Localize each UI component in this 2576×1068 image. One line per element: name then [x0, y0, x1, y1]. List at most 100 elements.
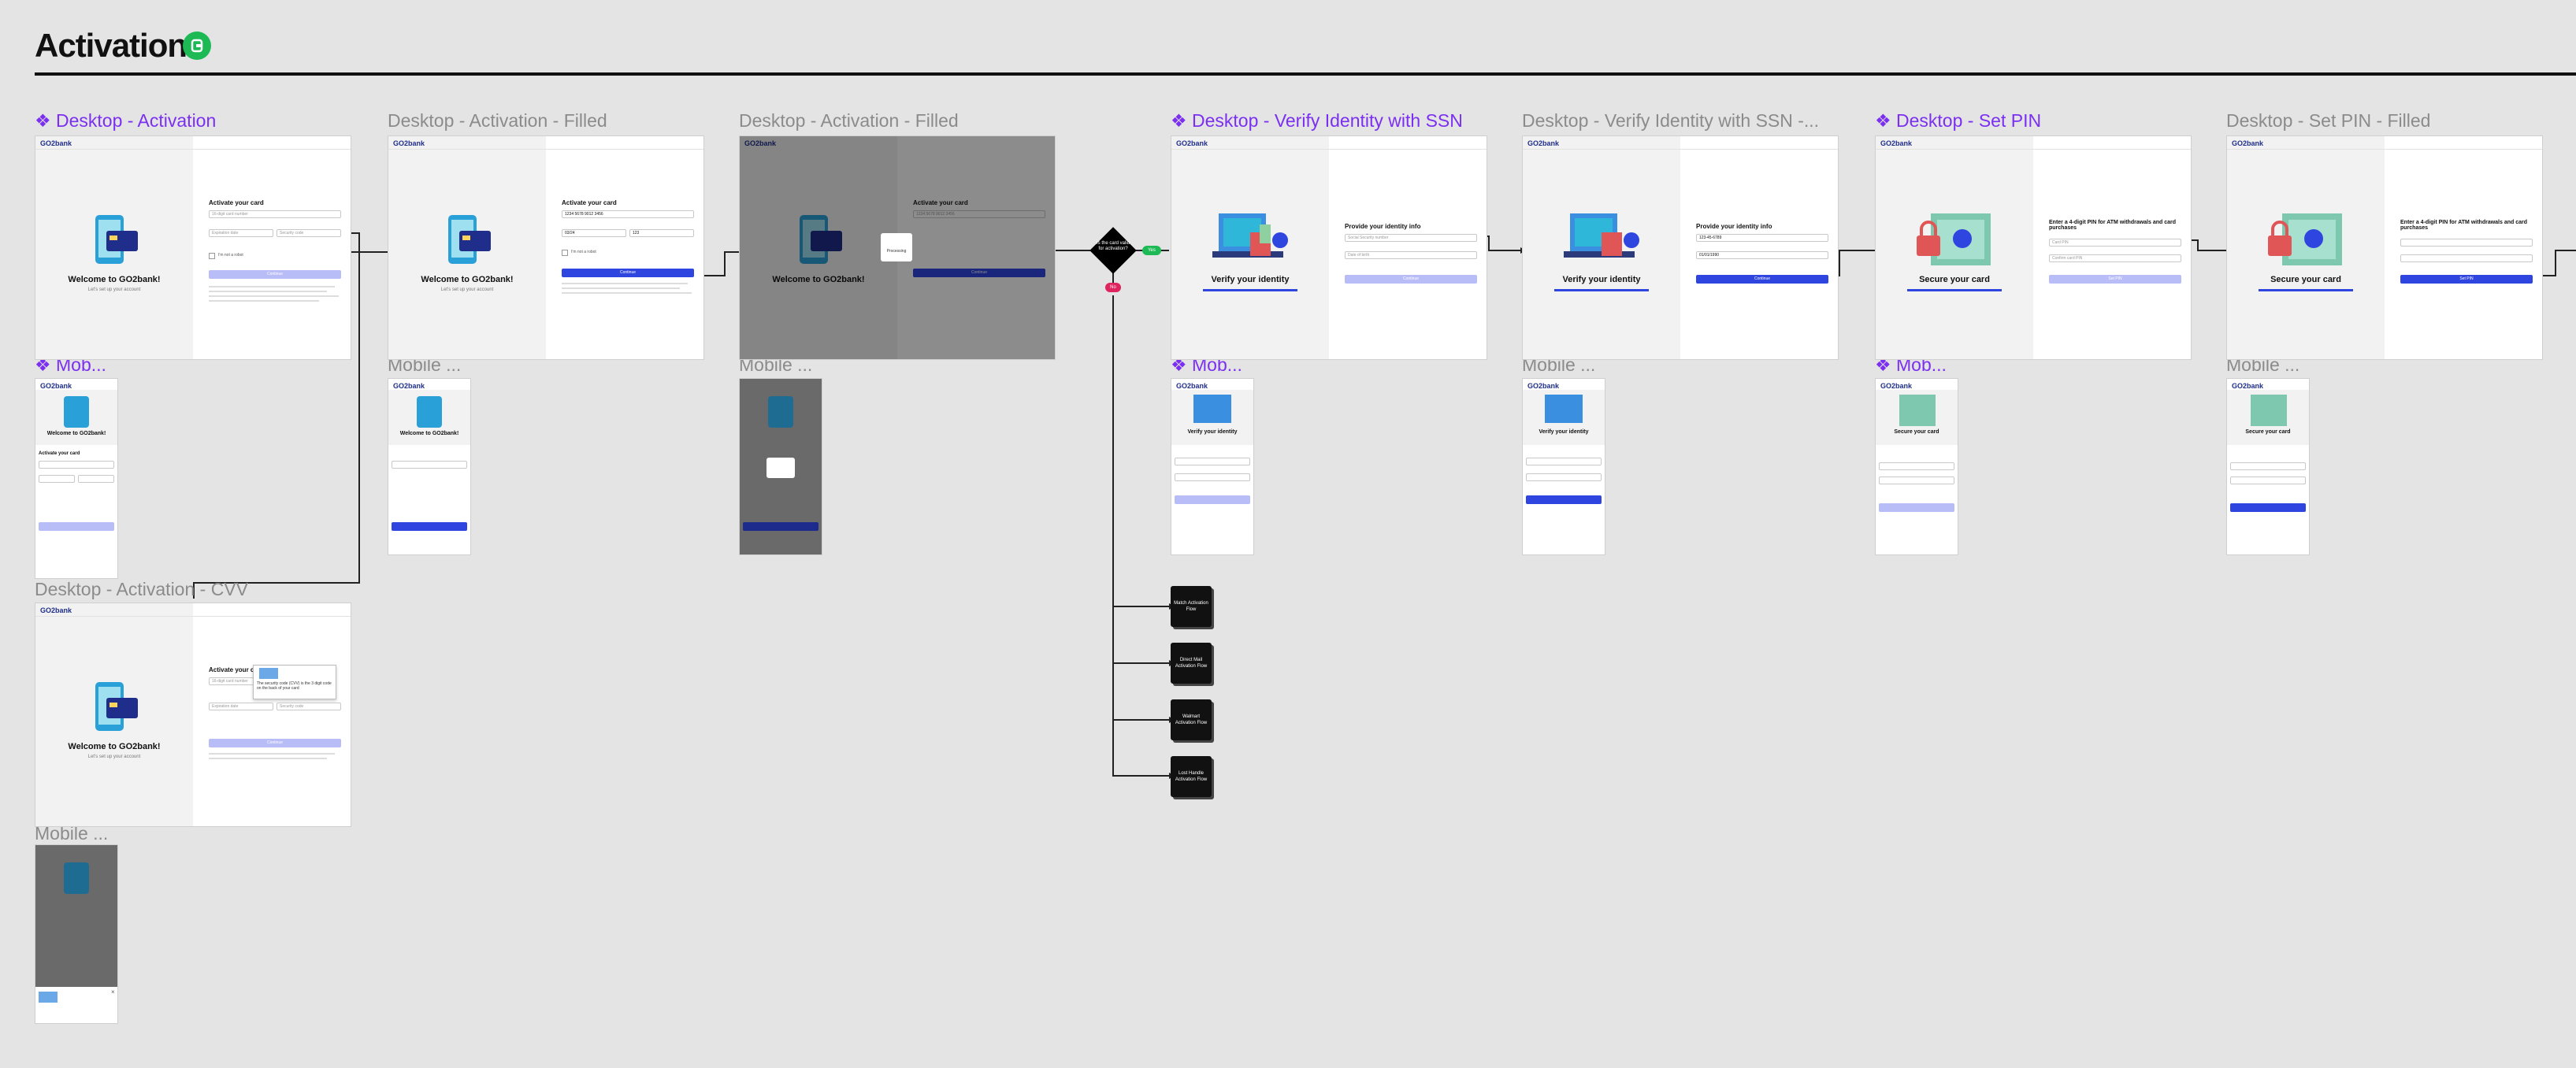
card-number-input[interactable] [392, 461, 467, 469]
mobile-activation-filled-frame[interactable]: GO2bank Welcome to GO2bank! [388, 378, 471, 555]
form-panel [2385, 136, 2542, 359]
mobile-processing-frame[interactable] [739, 378, 822, 555]
pin-confirm-input[interactable] [1879, 477, 1954, 484]
outcome-card-lost-handle[interactable]: Lost Handle Activation Flow [1171, 756, 1212, 797]
security-code-input[interactable]: Security code [277, 703, 341, 710]
mobile-activation-frame[interactable]: GO2bank Welcome to GO2bank! Activate you… [35, 378, 118, 579]
card-number-input[interactable]: 16-digit card number [209, 210, 341, 218]
continue-button[interactable]: Continue [913, 269, 1045, 277]
activate-title: Activate your card [209, 199, 264, 206]
pin-confirm-input[interactable] [2230, 477, 2306, 484]
set-pin-button[interactable]: Set PIN [2049, 275, 2181, 284]
header-divider [1171, 149, 1487, 150]
card-number-input[interactable] [39, 461, 114, 469]
outcome-card-direct-mail[interactable]: Direct Mail Activation Flow [1171, 643, 1212, 684]
captcha-label: I'm not a robot [571, 250, 596, 254]
pin-input[interactable]: Card PIN [2049, 239, 2181, 247]
dob-input[interactable]: Date of birth [1345, 251, 1477, 259]
continue-button[interactable] [39, 522, 114, 531]
mobile-set-pin-filled-frame[interactable]: GO2bank Secure your card [2226, 378, 2310, 555]
mobile-set-pin-frame[interactable]: GO2bank Secure your card [1875, 378, 1958, 555]
security-code-input[interactable]: 123 [629, 229, 694, 237]
progress-bar [2259, 289, 2353, 291]
frame-label-desktop-activation[interactable]: ❖ Desktop - Activation [35, 110, 216, 132]
desktop-verify-identity-frame[interactable]: GO2bank Verify your identity Provide you… [1171, 135, 1487, 360]
pin-input[interactable] [1879, 462, 1954, 470]
pin-instruction: Enter a 4-digit PIN for ATM withdrawals … [2049, 220, 2177, 231]
frame-label-activation-filled-processing[interactable]: Desktop - Activation - Filled [739, 110, 959, 132]
continue-button[interactable] [1526, 495, 1602, 504]
captcha-checkbox[interactable] [562, 250, 568, 256]
pin-input[interactable] [2230, 462, 2306, 470]
desktop-set-pin-frame[interactable]: GO2bank Secure your card Enter a 4-digit… [1875, 135, 2192, 360]
desktop-verify-identity-filled-frame[interactable]: GO2bank Verify your identity Provide you… [1522, 135, 1839, 360]
form-panel [546, 136, 703, 359]
continue-button[interactable] [743, 522, 818, 531]
expiration-input[interactable]: Expiration date [209, 229, 273, 237]
security-code-input[interactable]: Security code [277, 229, 341, 237]
frame-label-activation-filled[interactable]: Desktop - Activation - Filled [388, 110, 607, 132]
secure-heading: Secure your card [2245, 429, 2291, 435]
go2bank-logo: GO2bank [40, 139, 72, 147]
dob-input[interactable] [1175, 473, 1250, 481]
continue-button[interactable] [392, 522, 467, 531]
frame-label-verify-identity[interactable]: ❖ Desktop - Verify Identity with SSN [1171, 110, 1463, 132]
welcome-subtext: Let's set up your account [87, 287, 141, 292]
dob-input[interactable] [1526, 473, 1602, 481]
header-divider [2227, 149, 2542, 150]
ssn-input[interactable] [1526, 458, 1602, 465]
continue-button[interactable]: Continue [209, 739, 341, 747]
pin-confirm-input[interactable] [2400, 254, 2533, 262]
ssn-input[interactable]: 123-45-6789 [1696, 234, 1828, 242]
outcome-card-walmart[interactable]: Walmart Activation Flow [1171, 699, 1212, 740]
desktop-activation-cvv-frame[interactable]: GO2bank Welcome to GO2bank! Let's set up… [35, 603, 351, 827]
frame-label-activation-cvv[interactable]: Desktop - Activation - CVV [35, 579, 248, 600]
dob-input[interactable]: 01/01/1990 [1696, 251, 1828, 259]
continue-button[interactable]: Continue [1696, 275, 1828, 284]
ssn-input[interactable]: Social Security number [1345, 234, 1477, 242]
mobile-verify-frame[interactable]: GO2bank Verify your identity [1171, 378, 1254, 555]
continue-button[interactable]: Continue [209, 270, 341, 279]
outcome-card-match[interactable]: Match Activation Flow [1171, 586, 1212, 627]
go2bank-logo: GO2bank [40, 606, 72, 614]
desktop-activation-filled-frame[interactable]: GO2bank Welcome to GO2bank! Let's set up… [388, 135, 704, 360]
header-divider [388, 149, 703, 150]
close-icon[interactable]: × [111, 988, 115, 996]
phone-card-illustration [768, 396, 793, 428]
expiration-input[interactable]: Expiration date [209, 703, 273, 710]
mobile-cvv-frame[interactable]: × [35, 844, 118, 1024]
legal-text [562, 283, 688, 284]
set-pin-button[interactable] [2230, 503, 2306, 512]
card-number-input[interactable]: 1234 5678 9012 3456 [562, 210, 694, 218]
hero-panel [740, 136, 897, 359]
set-pin-button[interactable]: Set PIN [2400, 275, 2533, 284]
frame-label-set-pin[interactable]: ❖ Desktop - Set PIN [1875, 110, 2041, 132]
expiration-input[interactable]: 03/24 [562, 229, 626, 237]
desktop-activation-frame[interactable]: GO2bank Welcome to GO2bank! Let's set up… [35, 135, 351, 360]
ssn-input[interactable] [1175, 458, 1250, 465]
card-number-input[interactable]: 16-digit card number [209, 677, 256, 685]
go2bank-logo: GO2bank [1527, 382, 1560, 390]
identity-info-title: Provide your identity info [1696, 223, 1772, 230]
go2bank-logo: GO2bank [2232, 382, 2264, 390]
continue-button[interactable]: Continue [562, 269, 694, 277]
continue-button[interactable]: Continue [1345, 275, 1477, 284]
captcha-checkbox[interactable] [209, 253, 215, 259]
frame-label-set-pin-filled[interactable]: Desktop - Set PIN - Filled [2226, 110, 2430, 132]
continue-button[interactable] [1175, 495, 1250, 504]
safe-illustration [1917, 213, 1991, 265]
pin-input[interactable] [2400, 239, 2533, 247]
secure-heading: Secure your card [2270, 275, 2341, 284]
progress-bar [1203, 289, 1297, 291]
set-pin-button[interactable] [1879, 503, 1954, 512]
frame-label-verify-identity-filled[interactable]: Desktop - Verify Identity with SSN -... [1522, 110, 1837, 132]
desktop-set-pin-filled-frame[interactable]: GO2bank Secure your card Enter a 4-digit… [2226, 135, 2543, 360]
safe-illustration [2251, 395, 2287, 426]
card-number-input[interactable]: 1234 5678 9012 3456 [913, 210, 1045, 218]
security-code-input[interactable] [78, 475, 114, 483]
pin-confirm-input[interactable]: Confirm card PIN [2049, 254, 2181, 262]
mobile-verify-filled-frame[interactable]: GO2bank Verify your identity [1522, 378, 1605, 555]
activate-title: Activate your card [913, 199, 968, 206]
expiration-input[interactable] [39, 475, 75, 483]
progress-bar [1554, 289, 1649, 291]
